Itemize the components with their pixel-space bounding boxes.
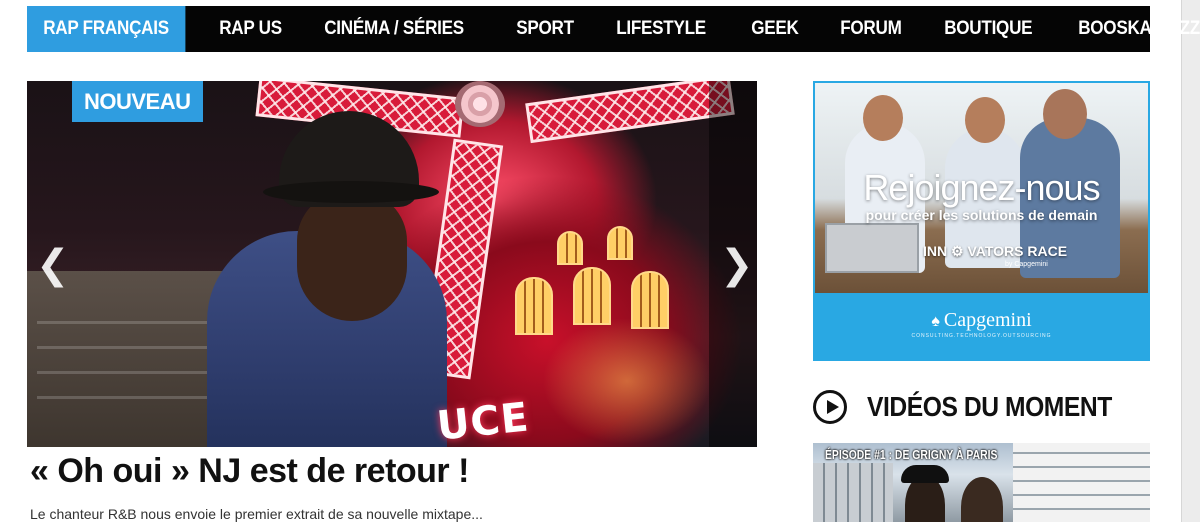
video-building (1013, 443, 1150, 522)
mill-window (607, 226, 633, 260)
mill-window (631, 271, 669, 329)
spade-icon: ♠ (931, 313, 940, 330)
nav-item-rap-us[interactable]: RAP US (203, 6, 298, 52)
article-excerpt: Le chanteur R&B nous envoie le premier e… (30, 506, 483, 522)
nav-item-boutique[interactable]: BOUTIQUE (928, 6, 1049, 52)
mill-window (557, 231, 583, 265)
capgemini-ad-banner[interactable]: Rejoignez-nous pour créer les solutions … (813, 81, 1150, 361)
mill-window (573, 267, 611, 325)
featured-slider[interactable]: UCE (27, 81, 757, 447)
nav-item-cinema-series[interactable]: CINÉMA / SÉRIES (308, 6, 480, 52)
mill-window (515, 277, 553, 335)
capgemini-logo-text: Capgemini (943, 309, 1032, 331)
ad-race-byline: by Capgemini (1005, 261, 1048, 268)
ad-race-title-start: INN (923, 243, 948, 259)
singer-head (297, 191, 407, 321)
nav-item-forum[interactable]: FORUM (824, 6, 918, 52)
play-circle-icon (813, 390, 847, 424)
windmill-blade (525, 81, 735, 144)
videos-section-title: VIDÉOS DU MOMENT (867, 391, 1112, 422)
laptop-icon (825, 223, 919, 273)
ad-race-title-end: VATORS RACE (967, 243, 1068, 259)
singer-hat-brim (263, 181, 439, 203)
chevron-left-icon[interactable]: ❮ (36, 245, 70, 285)
ad-race-title: INN ⚙ VATORS RACE (923, 243, 1067, 260)
nav-item-geek[interactable]: GEEK (735, 6, 815, 52)
ad-person-head (1043, 89, 1087, 139)
nav-item-booska-buzz[interactable]: BOOSKA'BUZZ (1062, 6, 1200, 52)
video-caption: ÉPISODE #1 : DE GRIGNY À PARIS (825, 447, 998, 462)
windmill-hub (455, 81, 505, 127)
page-scroll-edge (1181, 0, 1200, 522)
ad-person-head (863, 95, 903, 141)
capgemini-tagline: CONSULTING.TECHNOLOGY.OUTSOURCING (911, 333, 1052, 339)
article-headline[interactable]: « Oh oui » NJ est de retour ! (30, 452, 469, 491)
video-building (813, 463, 893, 522)
video-person-hat (901, 465, 949, 483)
slider-building-background (27, 271, 227, 447)
nav-item-rap-francais[interactable]: RAP FRANÇAIS (27, 6, 186, 52)
nav-item-lifestyle[interactable]: LIFESTYLE (600, 6, 722, 52)
main-nav: RAP FRANÇAIS RAP US CINÉMA / SÉRIES SPOR… (27, 6, 1200, 52)
ad-subline: pour créer les solutions de demain (865, 207, 1098, 223)
ad-person-head (965, 97, 1005, 143)
videos-section-header: VIDÉOS DU MOMENT (813, 390, 1145, 424)
new-badge: NOUVEAU (72, 81, 203, 122)
neon-sign-text: UCE (434, 394, 532, 447)
chevron-right-icon[interactable]: ❯ (720, 245, 754, 285)
nav-track: RAP FRANÇAIS RAP US CINÉMA / SÉRIES SPOR… (27, 6, 1200, 52)
video-person (961, 477, 1003, 522)
capgemini-logo: ♠ Capgemini (815, 309, 1148, 332)
ad-headline: Rejoignez-nous (863, 167, 1100, 208)
nav-item-sport[interactable]: SPORT (500, 6, 590, 52)
lightbulb-icon: ⚙ (951, 243, 964, 259)
video-thumbnail[interactable]: ÉPISODE #1 : DE GRIGNY À PARIS (813, 443, 1150, 522)
